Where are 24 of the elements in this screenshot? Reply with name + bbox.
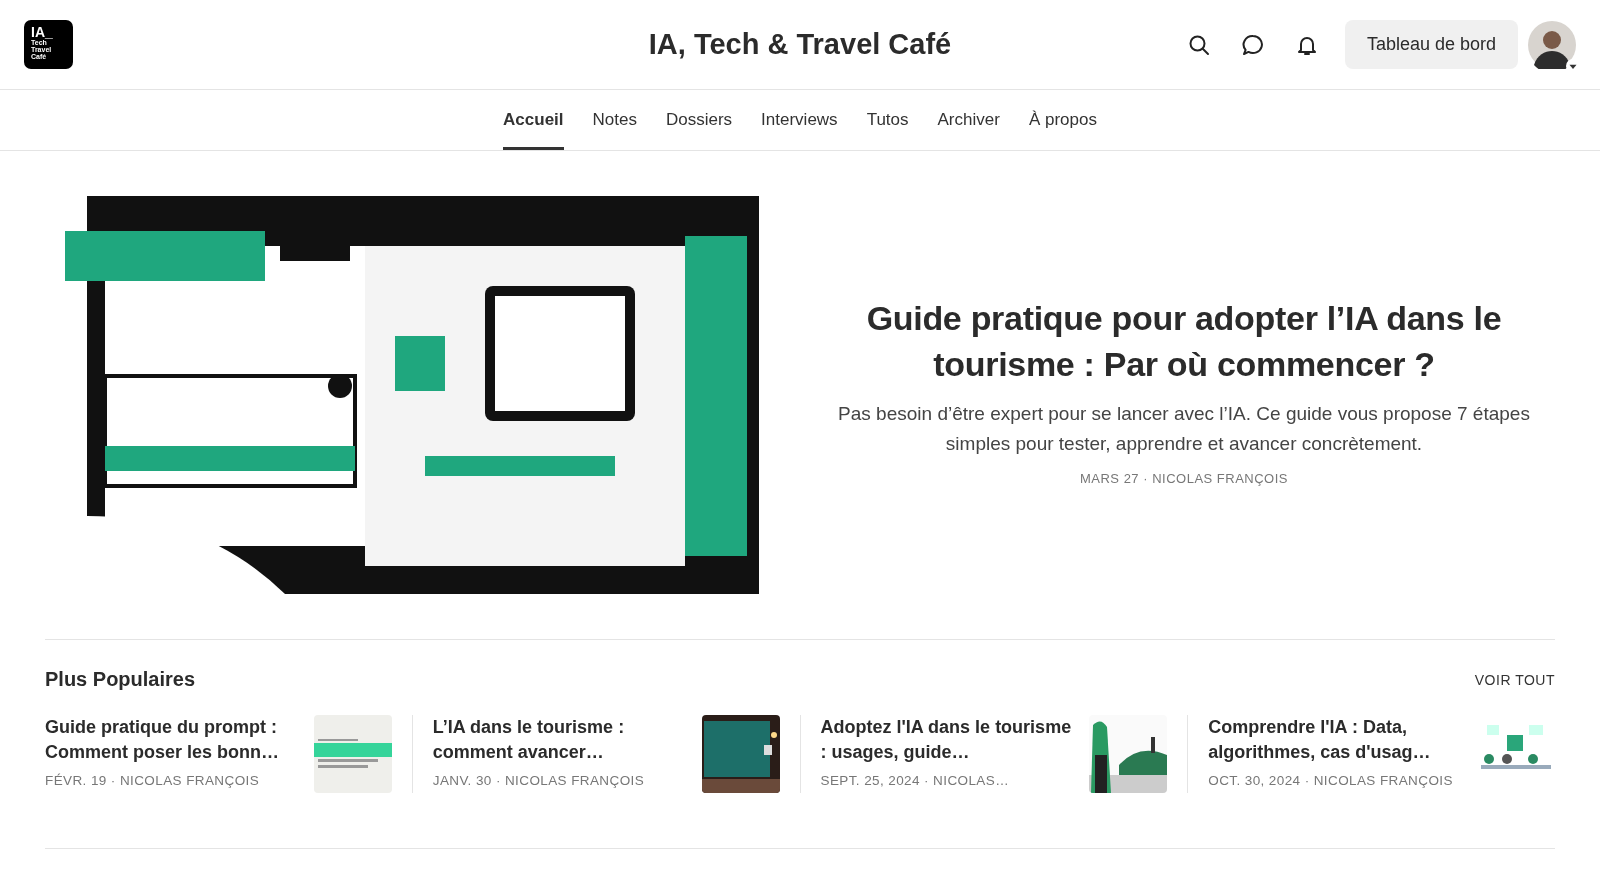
nav-tab[interactable]: Interviews	[761, 90, 838, 150]
nav-tab[interactable]: Dossiers	[665, 90, 733, 150]
post-title[interactable]: Guide pratique du prompt : Comment poser les bonn…	[45, 715, 304, 765]
avatar[interactable]	[1528, 20, 1576, 69]
nav-tab[interactable]: Accueil	[503, 90, 564, 150]
post-title[interactable]: Adoptez l'IA dans le tourisme : usages, guide…	[820, 715, 1080, 765]
post-meta: JANV. 30 · NICOLAS FRANÇOIS	[432, 773, 646, 788]
nav-tab[interactable]: Tutos	[866, 90, 909, 150]
article-meta: MARS 27 · NICOLAS FRANÇOIS	[1078, 470, 1289, 486]
article-title[interactable]: Guide pratique pour adopter l’IA dans le tourisme : Par où commencer ?	[833, 294, 1535, 387]
post-meta: SEPT. 25, 2024 · NICOLAS…	[820, 773, 1011, 788]
post-title[interactable]: Comprendre l'IA : Data, algorithmes, cas d'usag…	[1208, 715, 1467, 765]
see-all-link[interactable]: VOIR TOUT	[1474, 671, 1555, 688]
nav-tab[interactable]: Archiver	[937, 90, 1000, 150]
nav-tab[interactable]: À propos	[1028, 90, 1097, 150]
post-meta: OCT. 30, 2024 · NICOLAS FRANÇOIS	[1208, 773, 1454, 788]
section-heading: Plus Populaires	[45, 668, 196, 691]
nav-tab[interactable]: Notes	[592, 90, 637, 150]
post-title[interactable]: L’IA dans le tourisme : comment avancer…	[432, 715, 692, 765]
article-subtitle: Pas besoin d’être expert pour se lancer avec l’IA. Ce guide vous propose 7 étapes simples pour tester, apprendre et avancer concrètement.	[837, 401, 1531, 456]
chat-bubble-icon[interactable]	[1240, 32, 1265, 57]
site-title: IA, Tech & Travel Café	[648, 28, 952, 61]
dashboard-button[interactable]: Tableau de bord	[1344, 20, 1518, 69]
post-meta: FÉVR. 19 · NICOLAS FRANÇOIS	[45, 773, 261, 788]
